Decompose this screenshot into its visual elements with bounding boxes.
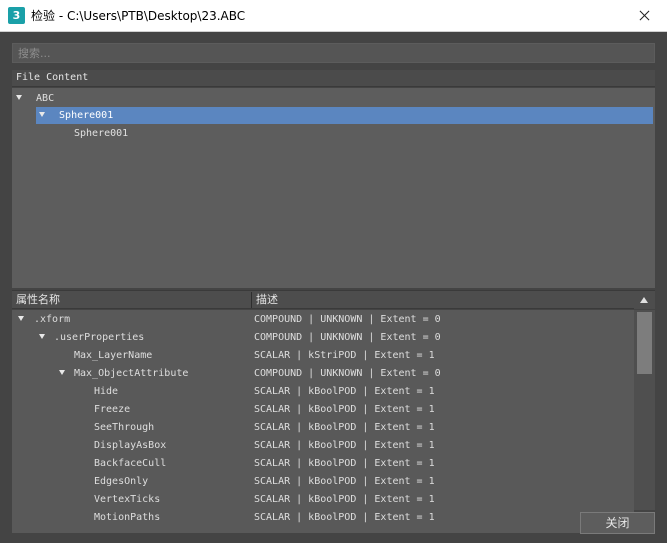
close-button[interactable]: 关闭 bbox=[580, 512, 655, 534]
property-name: .userProperties bbox=[54, 332, 145, 343]
tree-item-label: ABC bbox=[36, 93, 55, 104]
property-description: COMPOUND | UNKNOWN | Extent = 0 bbox=[254, 332, 441, 343]
search-input[interactable] bbox=[12, 43, 655, 63]
vertical-scrollbar[interactable] bbox=[634, 310, 655, 510]
property-description: SCALAR | kBoolPOD | Extent = 1 bbox=[254, 422, 435, 433]
file-content-header: File Content bbox=[12, 70, 655, 87]
property-description: SCALAR | kBoolPOD | Extent = 1 bbox=[254, 476, 435, 487]
property-name: DisplayAsBox bbox=[94, 440, 167, 451]
property-row[interactable]: MotionPaths SCALAR | kBoolPOD | Extent =… bbox=[12, 509, 634, 527]
scrollbar-thumb[interactable] bbox=[637, 312, 652, 374]
property-name: SeeThrough bbox=[94, 422, 155, 433]
app-logo-icon: 3 bbox=[8, 7, 25, 24]
property-row[interactable]: DisplayAsBox SCALAR | kBoolPOD | Extent … bbox=[12, 437, 634, 455]
properties-header: 属性名称 描述 bbox=[12, 290, 655, 309]
property-row[interactable]: EdgesOnly SCALAR | kBoolPOD | Extent = 1 bbox=[12, 473, 634, 491]
expand-arrow-icon[interactable] bbox=[16, 94, 22, 100]
property-row[interactable]: SeeThrough SCALAR | kBoolPOD | Extent = … bbox=[12, 419, 634, 437]
property-row[interactable]: Max_ObjectAttribute COMPOUND | UNKNOWN |… bbox=[12, 365, 634, 383]
property-row[interactable]: Max_LayerName SCALAR | kStriPOD | Extent… bbox=[12, 347, 634, 365]
property-description: SCALAR | kBoolPOD | Extent = 1 bbox=[254, 440, 435, 451]
column-header-description[interactable]: 描述 bbox=[252, 291, 278, 309]
window-close-icon[interactable] bbox=[621, 0, 667, 32]
property-name: EdgesOnly bbox=[94, 476, 149, 487]
tree-item-sphere001-child[interactable]: Sphere001 bbox=[74, 125, 128, 142]
window-title: 检验 - C:\Users\PTB\Desktop\23.ABC bbox=[31, 9, 246, 23]
expand-arrow-icon[interactable] bbox=[18, 315, 24, 321]
property-description: SCALAR | kBoolPOD | Extent = 1 bbox=[254, 404, 435, 415]
property-description: SCALAR | kBoolPOD | Extent = 1 bbox=[254, 386, 435, 397]
properties-list: .xform COMPOUND | UNKNOWN | Extent = 0 .… bbox=[12, 310, 634, 533]
title-bar: 3 检验 - C:\Users\PTB\Desktop\23.ABC bbox=[0, 0, 667, 32]
property-description: SCALAR | kStriPOD | Extent = 1 bbox=[254, 350, 435, 361]
tree-item-label: Sphere001 bbox=[74, 128, 129, 139]
tree-item-label: Sphere001 bbox=[59, 110, 114, 121]
property-name: MotionPaths bbox=[94, 512, 161, 523]
tree-item-sphere001-parent[interactable]: Sphere001 bbox=[36, 107, 653, 124]
property-row[interactable]: .userProperties COMPOUND | UNKNOWN | Ext… bbox=[12, 329, 634, 347]
property-description: SCALAR | kBoolPOD | Extent = 1 bbox=[254, 512, 435, 523]
property-name: .xform bbox=[34, 314, 71, 325]
property-name: BackfaceCull bbox=[94, 458, 167, 469]
property-row[interactable]: .xform COMPOUND | UNKNOWN | Extent = 0 bbox=[12, 311, 634, 329]
expand-arrow-icon[interactable] bbox=[39, 111, 45, 117]
property-description: SCALAR | kBoolPOD | Extent = 1 bbox=[254, 458, 435, 469]
column-header-property-name[interactable]: 属性名称 bbox=[12, 291, 60, 309]
property-name: Freeze bbox=[94, 404, 131, 415]
expand-arrow-icon[interactable] bbox=[39, 333, 45, 339]
scroll-up-icon[interactable] bbox=[634, 291, 655, 309]
property-name: Hide bbox=[94, 386, 119, 397]
property-row[interactable]: Freeze SCALAR | kBoolPOD | Extent = 1 bbox=[12, 401, 634, 419]
property-description: SCALAR | kBoolPOD | Extent = 1 bbox=[254, 494, 435, 505]
property-description: COMPOUND | UNKNOWN | Extent = 0 bbox=[254, 368, 441, 379]
file-content-tree: ABC Sphere001 Sphere001 bbox=[12, 88, 655, 288]
property-row[interactable]: Hide SCALAR | kBoolPOD | Extent = 1 bbox=[12, 383, 634, 401]
property-description: COMPOUND | UNKNOWN | Extent = 0 bbox=[254, 314, 441, 325]
property-row[interactable]: BackfaceCull SCALAR | kBoolPOD | Extent … bbox=[12, 455, 634, 473]
tree-item-abc[interactable]: ABC bbox=[16, 90, 56, 107]
property-name: VertexTicks bbox=[94, 494, 161, 505]
property-row[interactable]: VertexTicks SCALAR | kBoolPOD | Extent =… bbox=[12, 491, 634, 509]
property-name: Max_LayerName bbox=[74, 350, 153, 361]
property-name: Max_ObjectAttribute bbox=[74, 368, 189, 379]
expand-arrow-icon[interactable] bbox=[59, 369, 65, 375]
